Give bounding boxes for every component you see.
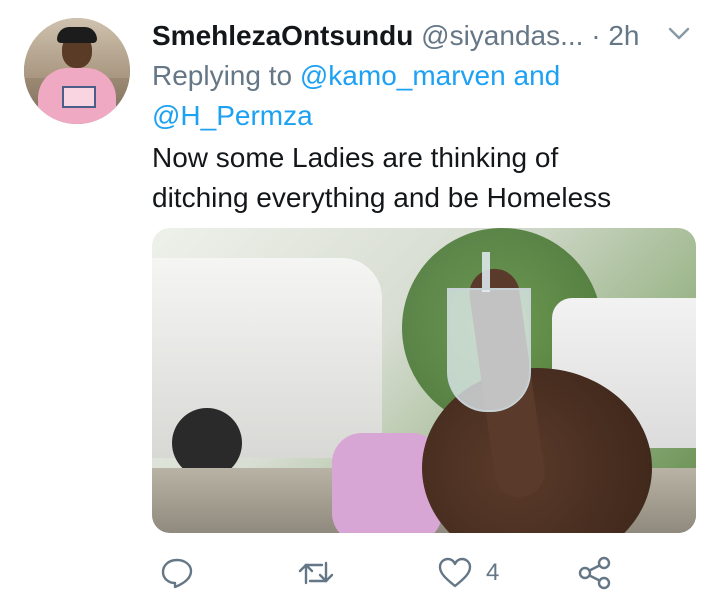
replying-to: Replying to @kamo_marven and @H_Permza	[152, 56, 672, 136]
reply-icon	[161, 558, 193, 589]
tweet-header: SmehlezaOntsundu @siyandas... · 2h	[152, 16, 700, 56]
mention-link-kamo-marven[interactable]: @kamo_marven	[300, 60, 506, 91]
photo-wine-glass	[447, 288, 531, 412]
like-button[interactable]: 4	[438, 551, 499, 595]
time-separator: ·	[591, 20, 601, 51]
user-handle[interactable]: @siyandas...	[421, 20, 583, 51]
tweet-actions: 4	[150, 551, 630, 595]
timestamp[interactable]: 2h	[608, 20, 639, 51]
avatar-cap	[57, 27, 97, 43]
display-name[interactable]: SmehlezaOntsundu	[152, 20, 413, 51]
tweet-text: Now some Ladies are thinking of ditching…	[152, 138, 700, 218]
share-button[interactable]	[578, 551, 612, 595]
like-count: 4	[486, 559, 500, 586]
tweet-text-line: Now some Ladies are thinking of	[152, 142, 559, 173]
reply-button[interactable]	[160, 551, 194, 595]
chevron-down-icon[interactable]	[668, 26, 690, 42]
heart-icon	[438, 557, 472, 588]
avatar-shirt-print	[62, 86, 96, 108]
avatar[interactable]	[24, 18, 130, 124]
share-icon	[578, 556, 611, 590]
mention-link-h-permza[interactable]: @H_Permza	[152, 100, 313, 131]
retweet-icon	[298, 561, 334, 585]
photo-glass-stem	[482, 252, 490, 292]
tweet-text-line: ditching everything and be Homeless	[152, 182, 612, 213]
retweet-button[interactable]	[298, 551, 334, 595]
replying-prefix: Replying to	[152, 60, 293, 91]
replying-joiner[interactable]: and	[514, 60, 561, 91]
tweet-media-image[interactable]	[152, 228, 696, 533]
